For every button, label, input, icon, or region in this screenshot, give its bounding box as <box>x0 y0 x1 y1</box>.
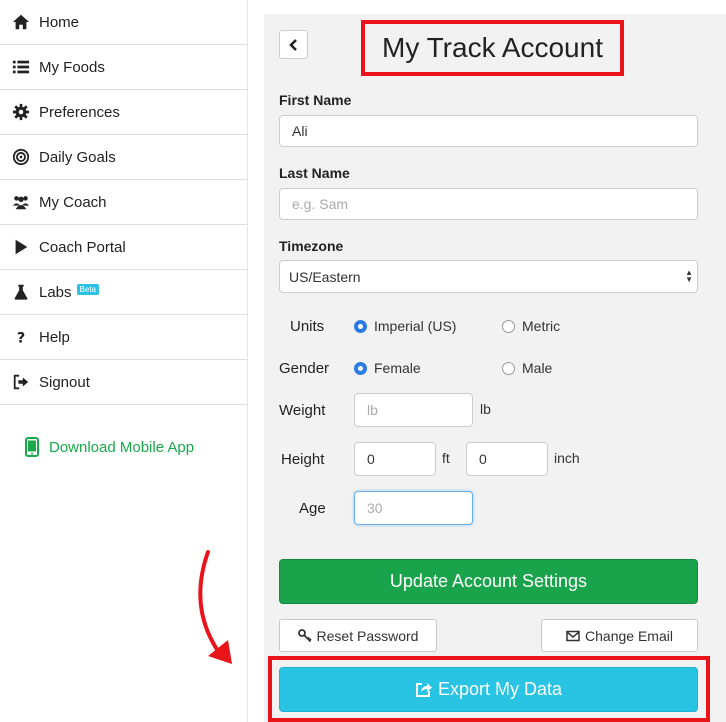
sidebar-item-label: My Coach <box>39 193 107 211</box>
share-icon <box>415 683 432 697</box>
radio-selected-icon <box>354 361 367 375</box>
chevron-left-icon <box>288 38 297 51</box>
envelope-icon <box>566 630 580 641</box>
units-metric-radio[interactable]: Metric <box>502 318 560 334</box>
sidebar-item-label: Coach Portal <box>39 238 126 256</box>
sidebar-item-label: Labs <box>39 283 72 301</box>
weight-unit: lb <box>480 401 491 417</box>
height-inch-unit: inch <box>554 450 580 466</box>
sidebar-item-my-foods[interactable]: My Foods <box>0 45 247 90</box>
reset-password-label: Reset Password <box>316 627 419 644</box>
age-label: Age <box>299 500 326 517</box>
weight-label: Weight <box>279 402 326 419</box>
radio-label: Male <box>522 360 553 376</box>
height-ft-value: 0 <box>367 451 375 467</box>
change-email-button[interactable]: Change Email <box>541 619 698 652</box>
sidebar-item-label: Help <box>39 328 70 346</box>
first-name-value: Ali <box>292 123 308 139</box>
reset-password-button[interactable]: Reset Password <box>279 619 437 652</box>
weight-input[interactable]: lb <box>354 393 473 427</box>
last-name-placeholder: e.g. Sam <box>292 196 349 212</box>
svg-text:?: ? <box>17 330 25 346</box>
sidebar-item-help[interactable]: ? Help <box>0 315 247 360</box>
target-icon <box>11 147 31 167</box>
sidebar-item-label: My Foods <box>39 58 105 76</box>
change-email-label: Change Email <box>585 627 673 644</box>
last-name-label: Last Name <box>279 165 350 181</box>
flask-icon <box>11 282 31 302</box>
radio-label: Metric <box>522 318 561 334</box>
height-ft-input[interactable]: 0 <box>354 442 436 476</box>
select-arrows-icon: ▲ ▼ <box>685 268 693 284</box>
sidebar-item-signout[interactable]: Signout <box>0 360 247 405</box>
sidebar-item-home[interactable]: Home <box>0 0 247 45</box>
sidebar-item-label: Signout <box>39 373 90 391</box>
age-input[interactable]: 30 <box>354 491 473 525</box>
units-label: Units <box>290 318 325 335</box>
sidebar-item-coach-portal[interactable]: Coach Portal <box>0 225 247 270</box>
last-name-input[interactable]: e.g. Sam <box>279 188 698 220</box>
sidebar-item-label: Home <box>39 13 80 31</box>
update-account-settings-button[interactable]: Update Account Settings <box>279 559 698 604</box>
mobile-phone-icon <box>25 437 39 457</box>
sidebar-item-label: Preferences <box>39 103 120 121</box>
beta-badge: Beta <box>76 283 99 295</box>
key-icon <box>297 628 312 642</box>
sidebar-item-labs[interactable]: Labs Beta <box>0 270 247 315</box>
first-name-input[interactable]: Ali <box>279 115 698 147</box>
radio-label: Imperial (US) <box>374 318 457 334</box>
timezone-value: US/Eastern <box>289 268 361 285</box>
download-mobile-app-link[interactable]: Download Mobile App <box>25 437 194 457</box>
question-icon: ? <box>11 327 31 347</box>
gear-icon <box>11 102 31 122</box>
download-label: Download Mobile App <box>49 438 195 456</box>
radio-selected-icon <box>354 319 367 333</box>
radio-unselected-icon <box>502 319 515 333</box>
red-arrow-icon <box>198 550 232 664</box>
signout-icon <box>11 372 31 392</box>
height-ft-unit: ft <box>442 450 450 466</box>
units-imperial-radio[interactable]: Imperial (US) <box>354 318 456 334</box>
radio-label: Female <box>374 360 421 376</box>
users-icon <box>11 192 31 212</box>
home-icon <box>11 12 31 32</box>
weight-placeholder: lb <box>367 402 378 418</box>
timezone-select[interactable]: US/Eastern ▲ ▼ <box>279 260 698 293</box>
back-button[interactable] <box>279 30 308 59</box>
update-button-label: Update Account Settings <box>389 571 588 591</box>
gender-male-radio[interactable]: Male <box>502 360 552 376</box>
timezone-label: Timezone <box>279 238 344 254</box>
page-title: My Track Account <box>382 32 603 63</box>
export-my-data-button[interactable]: Export My Data <box>279 667 698 712</box>
export-button-label: Export My Data <box>437 679 563 699</box>
page-title-highlight: My Track Account <box>361 20 624 76</box>
sidebar-item-daily-goals[interactable]: Daily Goals <box>0 135 247 180</box>
height-inch-value: 0 <box>479 451 487 467</box>
radio-unselected-icon <box>502 361 515 375</box>
age-placeholder: 30 <box>367 500 383 516</box>
list-icon <box>11 57 31 77</box>
height-label: Height <box>281 451 325 468</box>
gender-label: Gender <box>279 360 330 377</box>
height-inch-input[interactable]: 0 <box>466 442 548 476</box>
sidebar-item-label: Daily Goals <box>39 148 116 166</box>
gender-female-radio[interactable]: Female <box>354 360 421 376</box>
sidebar-item-my-coach[interactable]: My Coach <box>0 180 247 225</box>
sidebar-item-preferences[interactable]: Preferences <box>0 90 247 135</box>
first-name-label: First Name <box>279 92 352 108</box>
play-icon <box>11 237 31 257</box>
